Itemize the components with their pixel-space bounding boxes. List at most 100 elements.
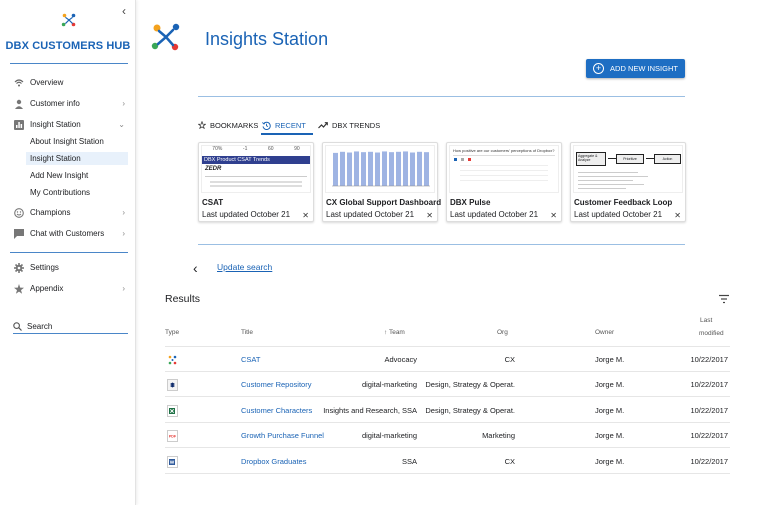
divider bbox=[198, 96, 685, 97]
thumb-step: Action bbox=[654, 154, 681, 164]
tab-label: BOOKMARKS bbox=[210, 120, 259, 130]
row-modified: 10/22/2017 bbox=[690, 456, 728, 466]
chevron-right-icon: › bbox=[122, 229, 125, 238]
insights-logo-icon bbox=[151, 23, 180, 51]
thumb-bar bbox=[382, 151, 387, 186]
insight-card-cx-global-support[interactable]: CX Global Support Dashboard Last updated… bbox=[322, 142, 441, 222]
row-team: digital-marketing bbox=[361, 380, 417, 390]
subitem-insight-station[interactable]: Insight Station bbox=[26, 152, 128, 165]
subitem-add-new-insight[interactable]: Add New Insight bbox=[30, 169, 128, 182]
thumb-bar bbox=[389, 152, 394, 186]
row-title-link[interactable]: Customer Characters bbox=[241, 406, 312, 415]
svg-text:PDF: PDF bbox=[169, 435, 177, 439]
table-row[interactable]: Customer Repository digital-marketing Desi… bbox=[165, 372, 730, 398]
card-title: Customer Feedback Loop bbox=[574, 198, 673, 207]
close-icon[interactable]: ✕ bbox=[674, 211, 681, 220]
thumb-bar bbox=[417, 151, 422, 186]
close-icon[interactable]: ✕ bbox=[426, 211, 433, 220]
card-updated: Last updated October 21 bbox=[450, 210, 539, 219]
row-owner: Jorge M. bbox=[595, 431, 625, 441]
app-root: ‹ DBX CUSTOMERS HUB Overview Customer in… bbox=[0, 0, 759, 505]
hub-title: DBX CUSTOMERS HUB bbox=[5, 40, 131, 52]
active-tab-indicator bbox=[261, 133, 313, 135]
insight-card-customer-feedback-loop[interactable]: Aggregate & Analyze Prioritize Action Cu… bbox=[570, 142, 686, 222]
collapse-sidebar-icon[interactable]: ‹ bbox=[117, 4, 131, 18]
divider bbox=[10, 63, 128, 64]
row-org: CX bbox=[504, 456, 515, 466]
table-row[interactable]: Customer Characters Insights and Research… bbox=[165, 398, 730, 423]
add-button-label: ADD NEW INSIGHT bbox=[610, 64, 678, 73]
add-circle-icon: + bbox=[593, 63, 605, 74]
thumb-stats: 70% -1 60 90 bbox=[202, 146, 310, 152]
card-updated: Last updated October 21 bbox=[326, 210, 415, 219]
row-title-link[interactable]: Growth Purchase Funnel bbox=[241, 431, 324, 440]
sidebar-item-appendix[interactable]: Appendix › bbox=[0, 280, 136, 297]
sidebar-item-champions[interactable]: Champions › bbox=[0, 204, 136, 221]
card-thumbnail: How positive are our customers' percepti… bbox=[449, 145, 559, 193]
sidebar: ‹ DBX CUSTOMERS HUB Overview Customer in… bbox=[0, 0, 136, 505]
column-header-label: Last bbox=[700, 317, 713, 324]
sidebar-item-settings[interactable]: Settings bbox=[0, 259, 136, 276]
tab-dbx-trends[interactable]: DBX TRENDS bbox=[318, 117, 380, 133]
row-title-link[interactable]: Dropbox Graduates bbox=[241, 457, 306, 466]
add-new-insight-button[interactable]: + ADD NEW INSIGHT bbox=[586, 59, 685, 78]
column-header-team[interactable]: ↑ Team bbox=[384, 329, 405, 336]
tab-bookmarks[interactable]: BOOKMARKS bbox=[198, 117, 258, 133]
dropbox-box-icon bbox=[167, 378, 178, 392]
column-header-label: modified bbox=[699, 330, 724, 337]
row-title-link[interactable]: CSAT bbox=[241, 355, 260, 364]
row-title-link[interactable]: Customer Repository bbox=[241, 380, 311, 389]
search-icon bbox=[13, 322, 22, 331]
sidebar-item-label: Customer info bbox=[30, 99, 80, 108]
row-org: Design, Strategy & Operat. bbox=[425, 405, 515, 415]
row-org: Marketing bbox=[482, 431, 515, 441]
page-title: Insights Station bbox=[205, 29, 329, 49]
thumb-bar bbox=[340, 151, 345, 186]
column-header-title[interactable]: Title bbox=[241, 329, 253, 336]
sidebar-item-label: Chat with Customers bbox=[30, 229, 105, 238]
card-updated: Last updated October 21 bbox=[202, 210, 291, 219]
table-row[interactable]: Dropbox Graduates SSA CX Jorge M. 10/22/2017 bbox=[165, 449, 730, 474]
row-owner: Jorge M. bbox=[595, 380, 625, 390]
row-modified: 10/22/2017 bbox=[690, 405, 728, 415]
row-org: CX bbox=[504, 355, 515, 364]
wifi-icon bbox=[12, 76, 26, 90]
column-header-type[interactable]: Type bbox=[165, 329, 179, 336]
column-header-label: Team bbox=[388, 329, 405, 336]
dropbox-logo-icon bbox=[167, 353, 178, 366]
sidebar-search-input[interactable]: Search bbox=[13, 320, 128, 334]
hub-logo-icon bbox=[61, 13, 76, 27]
column-header-owner[interactable]: Owner bbox=[595, 329, 614, 336]
thumb-bar-chart bbox=[332, 151, 430, 187]
sidebar-item-overview[interactable]: Overview bbox=[0, 74, 136, 91]
table-row[interactable]: CSAT Advocacy CX Jorge M. 10/22/2017 bbox=[165, 347, 730, 372]
sidebar-item-label: Settings bbox=[30, 263, 59, 272]
close-icon[interactable]: ✕ bbox=[550, 211, 557, 220]
thumb-bar bbox=[361, 152, 366, 186]
insight-card-csat[interactable]: 70% -1 60 90 DBX Product CSAT Trends ZED… bbox=[198, 142, 314, 222]
column-header-org[interactable]: Org bbox=[497, 329, 508, 336]
sidebar-item-label: Overview bbox=[30, 78, 64, 87]
row-modified: 10/22/2017 bbox=[690, 380, 728, 390]
sidebar-item-chat[interactable]: Chat with Customers › bbox=[0, 225, 136, 242]
filter-icon[interactable] bbox=[718, 294, 730, 304]
tab-label: RECENT bbox=[275, 120, 306, 130]
table-row[interactable]: PDF Growth Purchase Funnel digital-marketi… bbox=[165, 423, 730, 449]
thumb-stat: -1 bbox=[242, 146, 248, 152]
sidebar-item-customer-info[interactable]: Customer info › bbox=[0, 95, 136, 112]
tab-recent[interactable]: RECENT bbox=[262, 117, 306, 133]
row-team: SSA bbox=[401, 456, 417, 466]
close-icon[interactable]: ✕ bbox=[302, 211, 309, 220]
subitem-about-insight-station[interactable]: About Insight Station bbox=[30, 135, 128, 148]
tab-label: DBX TRENDS bbox=[332, 120, 381, 130]
sidebar-item-insight-station[interactable]: Insight Station ⌄ bbox=[0, 116, 136, 133]
column-header-modified[interactable]: Last modified bbox=[699, 317, 724, 337]
subitem-my-contributions[interactable]: My Contributions bbox=[30, 186, 128, 199]
sidebar-item-label: Appendix bbox=[30, 284, 64, 293]
card-updated: Last updated October 21 bbox=[574, 210, 663, 219]
thumb-stat: 90 bbox=[294, 146, 300, 152]
card-title: CSAT bbox=[202, 198, 224, 207]
back-chevron-icon[interactable]: ‹ bbox=[193, 260, 198, 276]
update-search-link[interactable]: Update search bbox=[217, 262, 272, 272]
insight-card-dbx-pulse[interactable]: How positive are our customers' percepti… bbox=[446, 142, 562, 222]
